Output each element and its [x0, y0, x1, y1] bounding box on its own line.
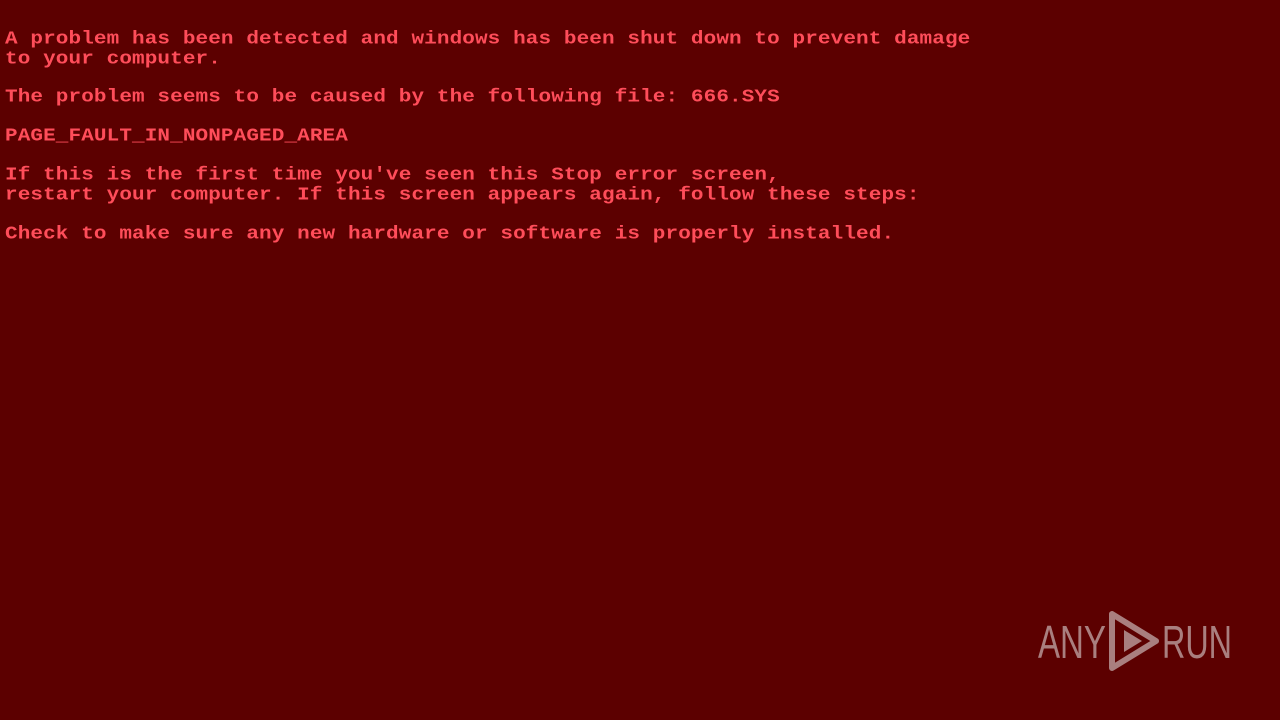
- watermark-text-right: RUN: [1162, 616, 1232, 668]
- watermark-text-left: ANY: [1038, 616, 1106, 668]
- bsod-screen: A problem has been detected and windows …: [0, 0, 1280, 720]
- error-cause-file-line: The problem seems to be caused by the fo…: [5, 87, 780, 108]
- stop-code: PAGE_FAULT_IN_NONPAGED_AREA: [5, 126, 348, 147]
- error-message-line-2: to your computer.: [5, 49, 221, 70]
- anyrun-watermark-logo: ANY RUN: [1038, 611, 1232, 671]
- play-triangle-icon: [1109, 611, 1159, 671]
- error-message-line-1: A problem has been detected and windows …: [5, 29, 971, 50]
- instruction-line-3: Check to make sure any new hardware or s…: [5, 224, 895, 245]
- instruction-line-1: If this is the first time you've seen th…: [5, 165, 780, 186]
- instruction-line-2: restart your computer. If this screen ap…: [5, 185, 920, 206]
